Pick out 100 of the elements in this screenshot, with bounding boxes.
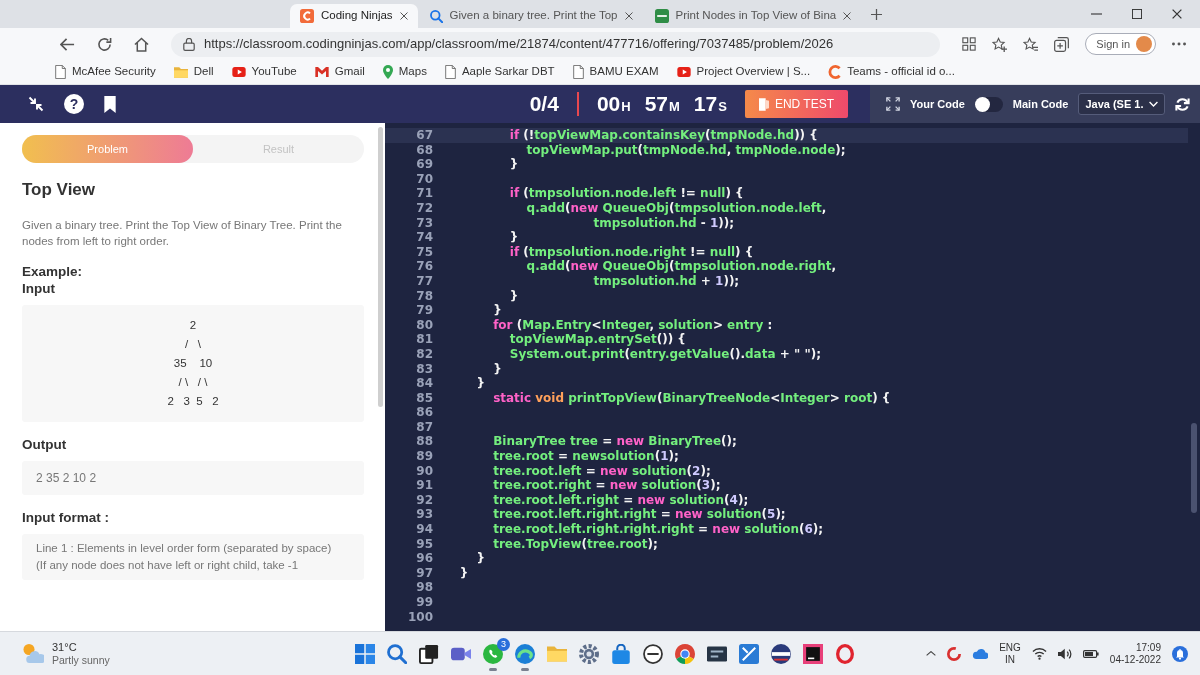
sign-in-button[interactable]: Sign in bbox=[1085, 33, 1156, 55]
maximize-icon[interactable] bbox=[1132, 9, 1142, 19]
apps-grid-icon[interactable] bbox=[962, 37, 977, 51]
task-view-icon[interactable] bbox=[419, 643, 439, 664]
folder-icon bbox=[173, 66, 188, 78]
chevron-up-icon[interactable] bbox=[926, 651, 937, 656]
circle-logo-icon[interactable] bbox=[643, 643, 663, 664]
code-line: tmpsolution.hd + 1)); bbox=[593, 273, 740, 289]
striped-circle-icon[interactable] bbox=[771, 643, 791, 664]
timer-text: 17S bbox=[693, 91, 727, 118]
code-line: tree.root = newsolution(1); bbox=[493, 449, 679, 464]
home-icon[interactable] bbox=[134, 36, 149, 52]
bookmark-link[interactable]: Maps bbox=[382, 63, 427, 81]
wheel-logo-icon[interactable] bbox=[675, 643, 695, 664]
battery-icon[interactable] bbox=[1082, 649, 1099, 658]
code-line: } bbox=[493, 303, 502, 318]
inward-arrows-icon[interactable] bbox=[28, 96, 44, 112]
site-logo-icon bbox=[654, 9, 669, 23]
speaker-icon[interactable] bbox=[1057, 647, 1072, 660]
scrollbar-thumb[interactable] bbox=[1191, 423, 1197, 513]
phone-chat-icon[interactable] bbox=[483, 643, 503, 664]
close-icon[interactable] bbox=[624, 12, 633, 20]
star-list-icon[interactable] bbox=[1023, 36, 1039, 52]
language-select[interactable]: Java (SE 1. bbox=[1078, 93, 1165, 115]
line-number: 92 bbox=[415, 492, 433, 508]
play-icon bbox=[676, 67, 691, 77]
help-button[interactable]: ? bbox=[64, 94, 84, 114]
ring-logo-icon[interactable] bbox=[835, 643, 855, 664]
square-logo-icon[interactable] bbox=[803, 643, 823, 664]
start-icon[interactable] bbox=[355, 643, 375, 664]
code-line: tree.root.left.right.right = new solution(5); bbox=[493, 507, 786, 523]
collections-icon[interactable] bbox=[1054, 36, 1070, 52]
bookmark-link[interactable]: Dell bbox=[173, 63, 214, 81]
gear-icon[interactable] bbox=[579, 643, 599, 664]
shopping-bag-icon[interactable] bbox=[611, 643, 631, 664]
bookmark-link[interactable]: YouTube bbox=[231, 63, 297, 81]
example-input-line: 2 3 5 2 bbox=[167, 394, 219, 409]
code-line: } bbox=[476, 376, 485, 391]
bookmark-link[interactable]: BAMU EXAM bbox=[572, 63, 659, 81]
bookmark-link[interactable]: Gmail bbox=[314, 63, 365, 81]
search-icon bbox=[429, 9, 443, 23]
back-icon[interactable] bbox=[60, 36, 75, 52]
close-icon[interactable] bbox=[843, 12, 852, 20]
code-line: topViewMap.put(tmpNode.hd, tmpNode.node); bbox=[526, 142, 846, 158]
bookmark-link[interactable]: Project Overview | S... bbox=[676, 63, 811, 81]
code-line: q.add(new QueueObj(tmpsolution.node.left, bbox=[526, 200, 827, 216]
code-line: } bbox=[509, 230, 519, 245]
bookmark-link[interactable]: Teams - official id o... bbox=[828, 63, 955, 81]
swirl-logo-icon[interactable] bbox=[515, 643, 535, 664]
notification-bell-icon[interactable] bbox=[1172, 645, 1188, 662]
bookmark-icon[interactable] bbox=[104, 95, 116, 113]
cloud-icon[interactable] bbox=[972, 648, 989, 659]
close-icon[interactable] bbox=[1172, 9, 1182, 19]
input-region-text[interactable]: IN bbox=[1005, 653, 1015, 666]
code-line: for (Map.Entry<Integer, solution> entry : bbox=[493, 317, 773, 333]
close-icon[interactable] bbox=[399, 12, 408, 20]
bookmark-link[interactable]: Aaple Sarkar DBT bbox=[444, 63, 555, 81]
star-plus-icon[interactable] bbox=[992, 36, 1008, 52]
problem-title: Top View bbox=[22, 179, 97, 201]
line-number: 73 bbox=[415, 215, 433, 231]
line-number: 67 bbox=[415, 128, 433, 143]
browser-tab[interactable]: Given a binary tree. Print the Top bbox=[419, 4, 643, 28]
section-heading: Input format : bbox=[22, 509, 110, 526]
more-icon[interactable] bbox=[1172, 42, 1186, 46]
slash-tile-icon[interactable] bbox=[739, 643, 759, 664]
clock-time[interactable]: 17:09 bbox=[1135, 641, 1161, 654]
example-input-line: 35 10 bbox=[173, 356, 213, 371]
line-number: 74 bbox=[415, 230, 433, 245]
bookmark-link[interactable]: McAfee Security bbox=[55, 63, 156, 81]
section-heading: Example: bbox=[22, 263, 84, 280]
scrollbar-thumb[interactable] bbox=[378, 127, 383, 407]
code-toggle[interactable] bbox=[974, 96, 1003, 112]
code-line: BinaryTree tree = new BinaryTree(); bbox=[493, 434, 737, 450]
weather-condition[interactable]: Partly sunny bbox=[52, 653, 110, 667]
refresh-icon[interactable] bbox=[97, 36, 112, 52]
address-field[interactable]: https://classroom.codingninjas.com/app/classroom/me/21874/content/477716/offering/7037485/problem/2026 bbox=[171, 31, 941, 57]
problem-description: Given a binary tree. Print the Top View of Binary Tree. Print the nodes from left to right order. bbox=[22, 218, 343, 249]
wifi-icon[interactable] bbox=[1031, 647, 1047, 660]
expand-arrows-icon[interactable] bbox=[886, 97, 900, 111]
line-number: 68 bbox=[415, 142, 433, 158]
code-line: topViewMap.entrySet()) { bbox=[509, 332, 686, 347]
arc-icon[interactable] bbox=[947, 646, 962, 661]
new-tab-icon[interactable] bbox=[871, 8, 883, 20]
temperature-text[interactable]: 31°C bbox=[52, 640, 110, 654]
input-language-text[interactable]: ENG bbox=[999, 641, 1021, 654]
line-number: 96 bbox=[415, 551, 433, 566]
browser-tab[interactable]: Print Nodes in Top View of Bina bbox=[644, 4, 862, 28]
browser-tab[interactable]: Coding Ninjas bbox=[290, 4, 418, 28]
line-number: 84 bbox=[415, 376, 433, 391]
line-number: 71 bbox=[415, 186, 433, 201]
line-number: 87 bbox=[415, 419, 433, 435]
code-line: tmpsolution.hd - 1)); bbox=[593, 215, 735, 231]
line-number: 97 bbox=[415, 565, 433, 581]
code-line: } bbox=[509, 288, 519, 304]
clock-date[interactable]: 04-12-2022 bbox=[1109, 653, 1161, 666]
example-input-line: / \ / \ bbox=[178, 375, 208, 390]
line-number: 91 bbox=[415, 478, 433, 493]
example-input-line: 2 bbox=[189, 318, 197, 333]
line-number: 93 bbox=[415, 507, 433, 523]
search-icon[interactable] bbox=[387, 643, 407, 664]
